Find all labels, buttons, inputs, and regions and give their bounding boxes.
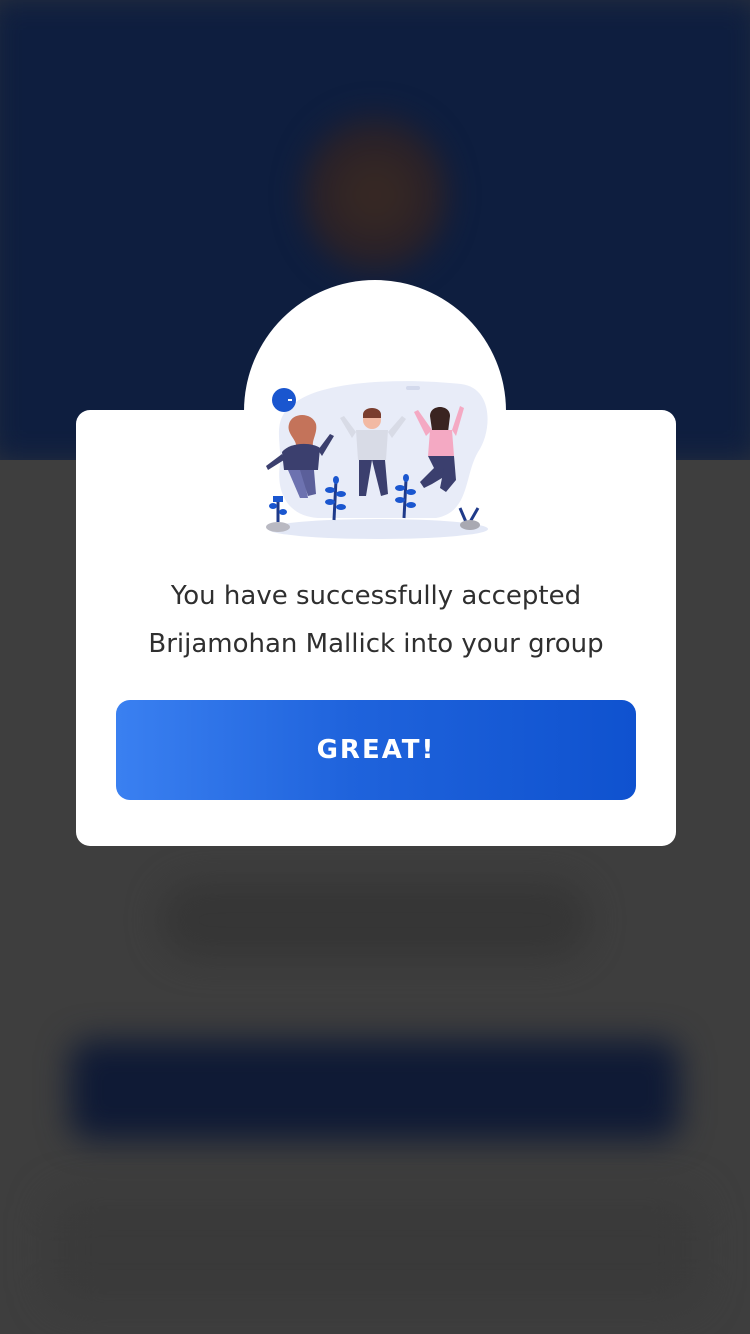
blurred-footer (50, 1195, 700, 1305)
celebration-jumping-people-icon (266, 381, 488, 539)
blurred-text (160, 880, 590, 960)
blurred-action-button (70, 1040, 680, 1140)
blurred-avatar (300, 110, 450, 280)
great-button[interactable]: GREAT! (116, 700, 636, 800)
success-message: You have successfully accepted Brijamoha… (76, 572, 676, 668)
success-message-line-1: You have successfully accepted (170, 581, 582, 611)
success-message-line-2: Brijamohan Mallick into your group (148, 629, 604, 659)
